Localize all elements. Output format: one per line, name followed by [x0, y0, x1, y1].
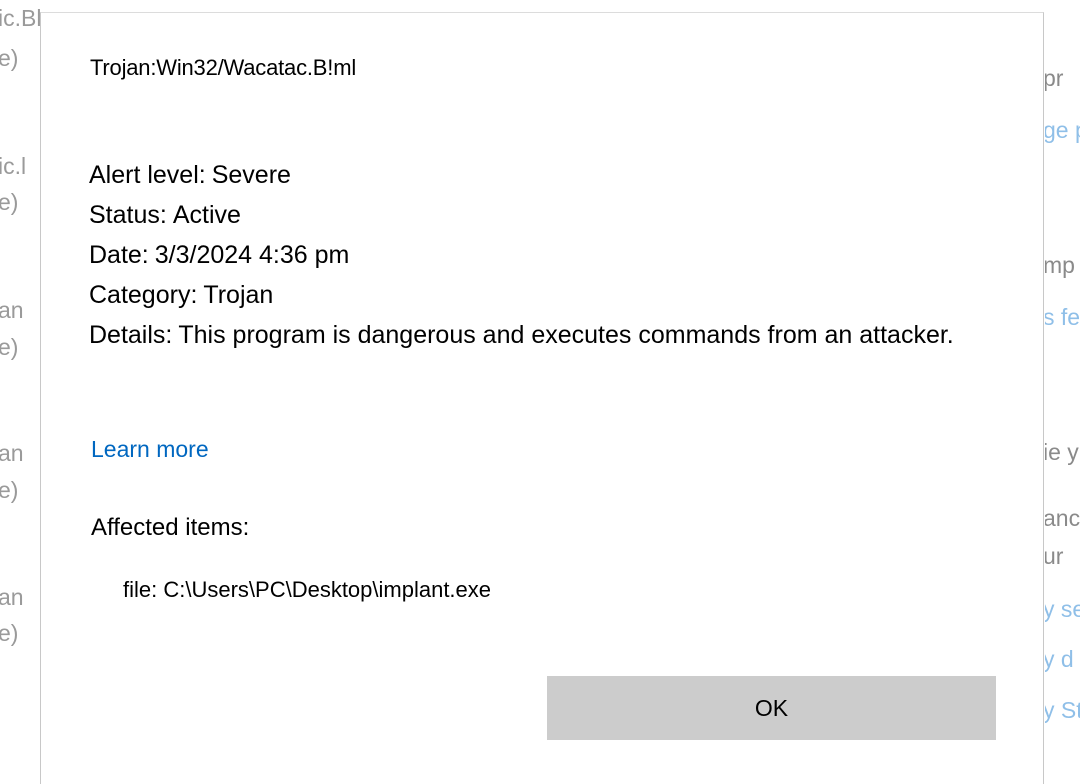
status-row: Status: Active — [89, 195, 1019, 235]
category-value: Trojan — [203, 281, 274, 309]
background-text: an — [0, 584, 24, 610]
status-label: Status: — [89, 201, 167, 229]
ok-button[interactable]: OK — [547, 676, 996, 740]
background-link[interactable]: y d — [1045, 645, 1074, 673]
details-label: Details: — [89, 321, 173, 349]
status-value: Active — [172, 201, 241, 229]
category-label: Category: — [89, 281, 198, 309]
background-text: ic.l — [0, 153, 27, 179]
background-text: mp — [1045, 252, 1075, 278]
details-row: Details: This program is dangerous and e… — [89, 315, 1019, 355]
background-link[interactable]: s fe — [1045, 303, 1080, 331]
background-link[interactable]: y St — [1045, 696, 1080, 724]
affected-items-heading: Affected items: — [91, 514, 250, 541]
threat-name: Trojan:Win32/Wacatac.B!ml — [90, 55, 357, 80]
date-row: Date: 3/3/2024 4:36 pm — [89, 235, 1019, 275]
background-text: anc — [1045, 505, 1080, 531]
background-text: an — [0, 297, 24, 323]
alert-level-row: Alert level: Severe — [89, 155, 1019, 195]
background-text: e) — [0, 189, 19, 215]
date-value: 3/3/2024 4:36 pm — [154, 241, 350, 269]
background-link[interactable]: ge p — [1045, 116, 1080, 144]
background-text: e) — [0, 620, 19, 646]
background-window-right: pr ge p mp s fe ie y anc ur y se y d y S… — [1045, 0, 1080, 784]
learn-more-link[interactable]: Learn more — [91, 436, 209, 463]
background-text: e) — [0, 45, 19, 71]
background-text: ic.Bl — [0, 5, 40, 31]
background-text: ur — [1045, 543, 1064, 569]
screen: ic.Bl e) ic.l e) an e) an e) an e) pr ge… — [0, 0, 1080, 784]
alert-level-label: Alert level: — [89, 161, 206, 189]
alert-level-value: Severe — [211, 161, 291, 189]
background-link[interactable]: y se — [1045, 595, 1080, 623]
background-window-left: ic.Bl e) ic.l e) an e) an e) an e) — [0, 0, 40, 784]
details-value: This program is dangerous and executes c… — [178, 321, 954, 349]
background-text: an — [0, 440, 24, 466]
date-label: Date: — [89, 241, 149, 269]
category-row: Category: Trojan — [89, 275, 1019, 315]
background-text: e) — [0, 477, 19, 503]
background-text: ie y — [1045, 439, 1079, 465]
background-text: e) — [0, 334, 19, 360]
threat-properties: Alert level: Severe Status: Active Date:… — [89, 155, 1019, 355]
affected-item-file: file: C:\Users\PC\Desktop\implant.exe — [123, 577, 492, 602]
threat-details-dialog: Trojan:Win32/Wacatac.B!ml Alert level: S… — [40, 12, 1044, 784]
background-text: pr — [1045, 65, 1064, 91]
